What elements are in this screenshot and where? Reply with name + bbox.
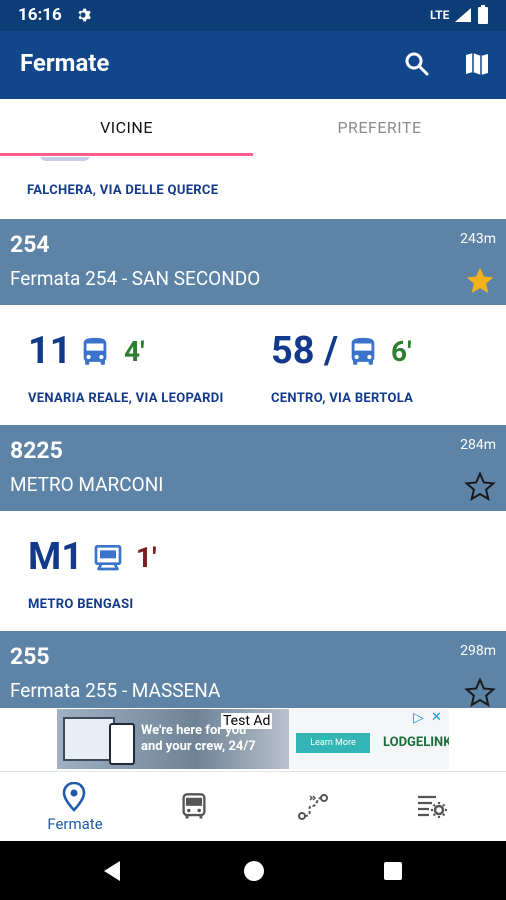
route-icon: [298, 794, 328, 820]
home-icon[interactable]: [243, 860, 265, 882]
stop-name: Fermata 254 - SAN SECONDO: [10, 267, 261, 290]
app-bar: Fermate: [0, 31, 506, 99]
line-separator: /: [324, 329, 339, 373]
bus-icon: [182, 793, 206, 819]
stop-header[interactable]: 8225 METRO MARCONI 284m: [0, 425, 506, 511]
signal-icon: [455, 8, 471, 22]
tab-bar: VICINE PREFERITE: [0, 99, 506, 158]
ad-phone-graphic: [109, 723, 135, 765]
ad-creative[interactable]: We're here for you and your crew, 24/7 T…: [57, 709, 449, 769]
line-eta: 6': [391, 335, 412, 368]
stop-name: Fermata 255 - MASSENA: [10, 679, 221, 702]
nav-item-route[interactable]: [252, 772, 378, 842]
nav-item-settings[interactable]: [372, 772, 498, 842]
page-title: Fermate: [20, 49, 110, 77]
stop-header[interactable]: 254 Fermata 254 - SAN SECONDO 243m: [0, 219, 506, 305]
stop-distance: 298m: [460, 643, 496, 659]
network-type: LTE: [430, 8, 450, 22]
nav-label: Fermate: [47, 815, 103, 833]
stop-code: 254: [10, 231, 50, 258]
adchoices-icon[interactable]: ▷: [413, 710, 424, 726]
line-destination: FALCHERA, VIA DELLE QUERCE: [27, 183, 219, 198]
ad-banner[interactable]: We're here for you and your crew, 24/7 T…: [0, 708, 506, 771]
ad-text-line2: and your crew, 24/7: [141, 739, 256, 754]
line-eta: 1': [136, 541, 157, 574]
system-navigation-bar: [0, 841, 506, 900]
tab-indicator: [0, 153, 253, 156]
line-destination: METRO BENGASI: [28, 597, 134, 612]
bus-icon: [351, 337, 375, 365]
settings-gear-icon: [78, 8, 91, 22]
stop-header[interactable]: 255 Fermata 255 - MASSENA 298m: [0, 631, 506, 708]
ad-learn-more-button[interactable]: Learn More: [296, 733, 370, 753]
stop-distance: 284m: [460, 437, 496, 453]
favorite-star-outline-icon[interactable]: [464, 677, 496, 708]
stop-lines: M1 1' METRO BENGASI: [0, 511, 506, 629]
metro-icon: [94, 545, 122, 571]
partial-stop-card[interactable]: FALCHERA, VIA DELLE QUERCE: [0, 157, 506, 219]
status-bar: 16:16 LTE: [0, 0, 506, 31]
partial-line-icon: [40, 157, 90, 161]
recents-icon[interactable]: [384, 862, 402, 880]
bottom-navigation: Fermate: [0, 771, 506, 842]
settings-list-icon: [418, 795, 447, 818]
stop-lines: 11 4' VENARIA REALE, VIA LEOPARDI 58 / 6…: [0, 305, 506, 423]
map-icon[interactable]: [464, 51, 490, 77]
stop-distance: 243m: [460, 231, 496, 247]
nav-item-lines[interactable]: [132, 772, 258, 842]
stop-name: METRO MARCONI: [10, 473, 164, 496]
ad-label: Test Ad: [221, 713, 273, 729]
tab-vicine[interactable]: VICINE: [0, 99, 253, 157]
stop-code: 255: [10, 643, 50, 670]
line-number: M1: [28, 535, 84, 579]
stops-list[interactable]: FALCHERA, VIA DELLE QUERCE 254 Fermata 2…: [0, 157, 506, 708]
ad-brand: LODGELINK: [383, 735, 449, 750]
favorite-star-icon[interactable]: [464, 265, 496, 297]
battery-icon: [478, 5, 488, 24]
bus-icon: [83, 337, 107, 365]
ad-close-icon[interactable]: ✕: [431, 710, 442, 725]
line-destination: VENARIA REALE, VIA LEOPARDI: [28, 391, 224, 406]
tab-preferite[interactable]: PREFERITE: [253, 99, 506, 157]
line-number: 58: [271, 329, 315, 373]
line-destination: CENTRO, VIA BERTOLA: [271, 391, 414, 406]
stop-code: 8225: [10, 437, 63, 464]
status-time: 16:16: [18, 5, 62, 25]
ad-screen-graphic: [63, 717, 115, 761]
back-icon[interactable]: [102, 860, 122, 882]
favorite-star-outline-icon[interactable]: [464, 471, 496, 503]
search-icon[interactable]: [404, 51, 430, 77]
line-eta: 4': [124, 335, 145, 368]
location-pin-icon: [62, 782, 86, 812]
line-number: 11: [28, 329, 72, 373]
nav-item-fermate[interactable]: Fermate: [12, 772, 138, 842]
